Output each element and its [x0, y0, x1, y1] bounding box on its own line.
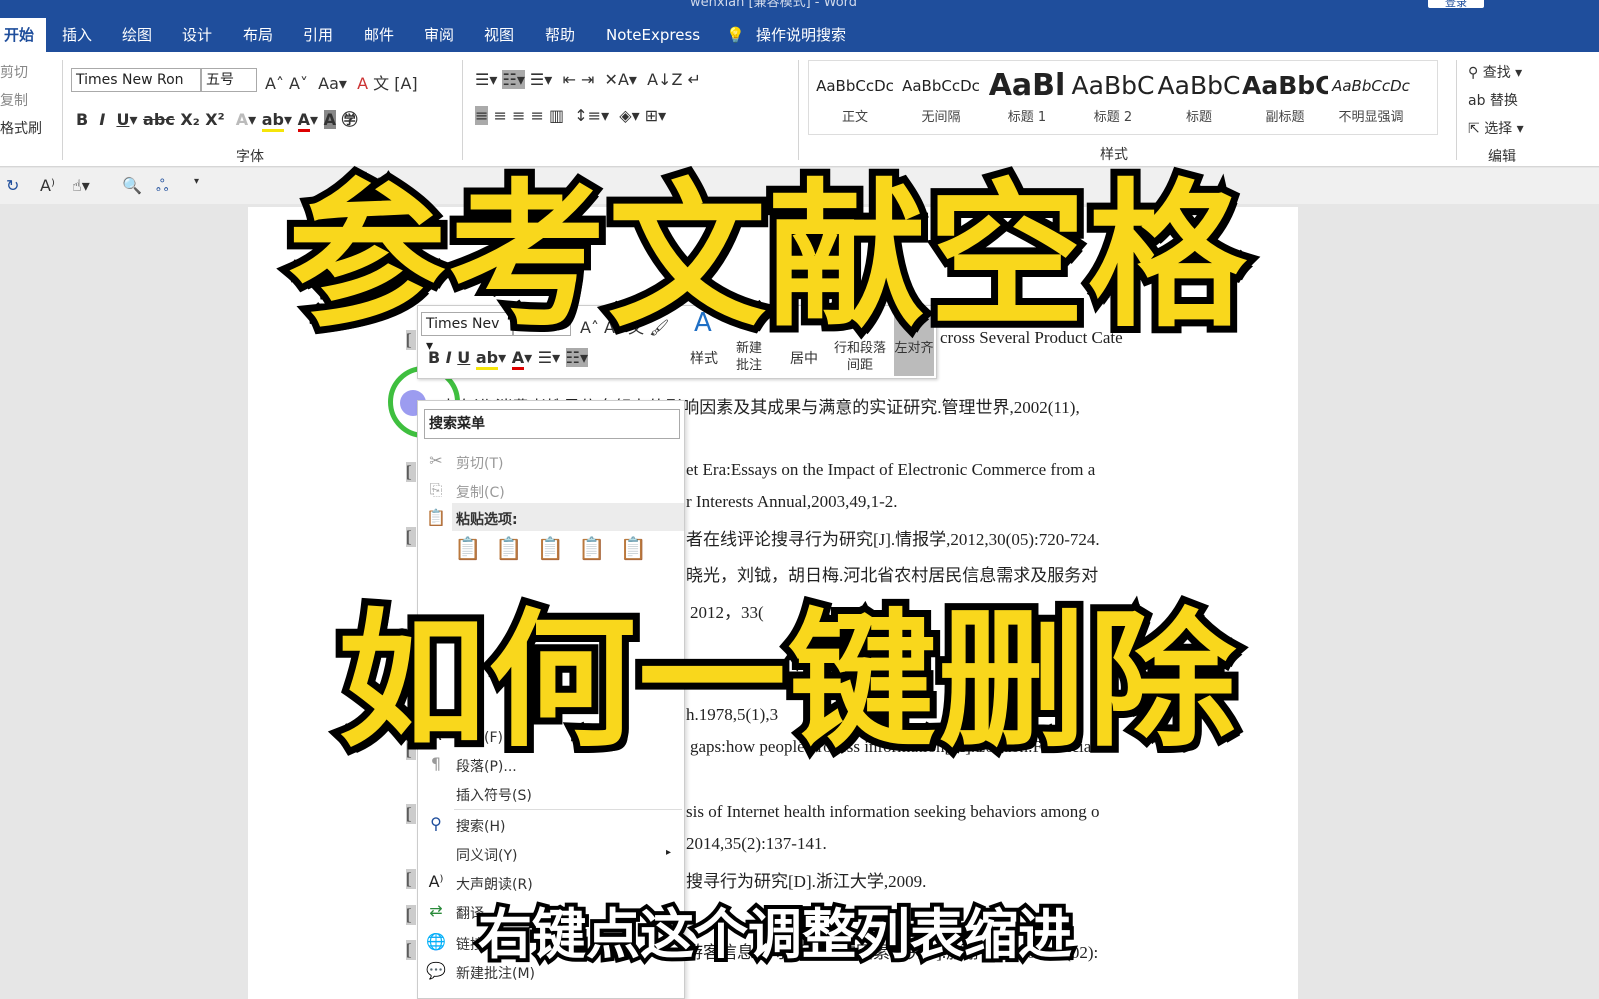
customize-qat-icon[interactable]: ▾: [194, 176, 199, 187]
search-icon: ⚲: [430, 814, 442, 833]
tab-home[interactable]: 开始: [0, 18, 46, 52]
list-number-marker[interactable]: [: [406, 940, 416, 960]
select-button[interactable]: ⇱ 选择 ▾: [1468, 118, 1524, 138]
touch-mode-icon[interactable]: ☝▾: [72, 176, 90, 195]
style-no-spacing[interactable]: AaBbCcDc 无间隔: [898, 66, 984, 125]
grow-font-icon[interactable]: A˄ A˅ Aa▾ A 文 [A]: [265, 70, 418, 94]
doc-line: sis of Internet health information seeki…: [686, 802, 1100, 821]
replace-icon: ab: [1468, 93, 1490, 109]
style-heading-2[interactable]: AaBbC 标题 2: [1070, 66, 1156, 125]
overlay-title: 参考文献空格: [281, 158, 1253, 356]
doc-line: 2014,35(2):137-141.: [686, 834, 827, 853]
read-aloud-icon[interactable]: A⁾: [40, 176, 55, 195]
style-title[interactable]: AaBbC 标题: [1156, 66, 1242, 125]
menu-synonyms[interactable]: 同义词(Y): [456, 845, 517, 865]
menu-copy[interactable]: 复制(C): [456, 482, 505, 502]
menu-search-input[interactable]: 搜索菜单: [424, 409, 680, 439]
doc-line: r Interests Annual,2003,49,1-2.: [686, 492, 898, 511]
font-format-icons[interactable]: B I U▾ abc X₂ X² A▾ ab▾ A▾ A ㊫: [76, 106, 358, 132]
cursor-icon: ⇱: [1468, 121, 1485, 137]
lightbulb-icon: 💡: [726, 26, 745, 44]
divider: [62, 60, 63, 160]
tab-layout[interactable]: 布局: [239, 18, 277, 52]
tell-me-search[interactable]: 操作说明搜索: [752, 18, 850, 52]
title-bar: wenxian [兼容模式] - Word 登录 开始 插入 绘图 设计 布局 …: [0, 0, 1599, 52]
style-subtitle[interactable]: AaBbC 副标题: [1242, 66, 1328, 125]
login-button[interactable]: 登录: [1428, 0, 1484, 9]
link-icon: 🌐: [426, 932, 446, 951]
copy-icon: ⎘: [429, 480, 443, 499]
font-name-select[interactable]: Times New Ron: [71, 68, 201, 92]
editing-group-label: 编辑: [1488, 149, 1516, 165]
new-comment-icon: 💬: [426, 961, 446, 980]
tab-mailings[interactable]: 邮件: [360, 18, 398, 52]
list-number-marker[interactable]: [: [406, 869, 416, 889]
translate-icon: ⇄: [429, 901, 443, 920]
scissors-icon: ✂: [429, 451, 443, 470]
list-icons[interactable]: ☰▾ ☷▾ ☰▾ ⇤ ⇥ ✕A▾ A↓Z ↵: [475, 70, 701, 89]
read-aloud-icon: A⁾: [428, 872, 444, 891]
menu-search[interactable]: 搜索(H): [456, 816, 505, 836]
tab-draw[interactable]: 绘图: [118, 18, 156, 52]
redo-icon[interactable]: ↻: [6, 176, 19, 195]
tab-references[interactable]: 引用: [299, 18, 337, 52]
menu-paste-options: 粘贴选项:: [456, 512, 518, 528]
overlay-headline: 如何一键删除: [331, 588, 1243, 774]
doc-line: 者在线评论搜寻行为研究[J].情报学,2012,30(05):720-724.: [686, 530, 1100, 549]
list-number-marker[interactable]: [: [406, 804, 416, 824]
cut-button[interactable]: 剪切: [0, 62, 28, 82]
doc-line: 搜寻行为研究[D].浙江大学,2009.: [686, 872, 927, 891]
noteexpress-icon[interactable]: ஃ: [156, 176, 169, 197]
window-title: wenxian [兼容模式] - Word: [690, 0, 858, 10]
tab-insert[interactable]: 插入: [58, 18, 96, 52]
tab-view[interactable]: 视图: [480, 18, 518, 52]
copy-button[interactable]: 复制: [0, 90, 28, 110]
font-size-select[interactable]: 五号: [201, 68, 257, 92]
clipboard-icon: 📋: [426, 508, 446, 527]
search-icon: ⚲: [1468, 65, 1483, 81]
replace-button[interactable]: ab 替换: [1468, 90, 1518, 110]
style-normal[interactable]: AaBbCcDc 正文: [812, 66, 898, 125]
paste-option-icons[interactable]: 📋📋📋📋📋: [454, 537, 661, 562]
menu-insert-symbol[interactable]: 插入符号(S): [456, 785, 532, 805]
tab-help[interactable]: 帮助: [541, 18, 579, 52]
print-preview-icon[interactable]: 🔍: [122, 176, 142, 195]
doc-line: et Era:Essays on the Impact of Electroni…: [686, 460, 1096, 479]
format-painter-button[interactable]: 格式刷: [0, 118, 42, 138]
list-number-marker[interactable]: [: [406, 905, 416, 925]
divider: [1456, 60, 1457, 160]
font-group-label: 字体: [236, 149, 264, 165]
overlay-subtitle: 右键点这个调整列表缩进: [474, 899, 1076, 970]
list-number-marker[interactable]: [: [406, 462, 416, 482]
tab-design[interactable]: 设计: [178, 18, 216, 52]
menu-divider: [454, 809, 682, 810]
tab-review[interactable]: 审阅: [420, 18, 458, 52]
submenu-arrow-icon: ▸: [666, 847, 672, 858]
menu-cut[interactable]: 剪切(T): [456, 453, 503, 473]
find-button[interactable]: ⚲ 查找 ▾: [1468, 62, 1522, 82]
tab-noteexpress[interactable]: NoteExpress: [602, 18, 704, 52]
style-subtle-emphasis[interactable]: AaBbCcDc 不明显强调: [1328, 66, 1414, 125]
style-heading-1[interactable]: AaBl 标题 1: [984, 66, 1070, 125]
list-number-marker[interactable]: [: [406, 527, 416, 547]
alignment-icons[interactable]: ≡ ≡ ≡ ≡ ▥ ↕≡▾ ◈▾ ⊞▾: [475, 106, 666, 125]
